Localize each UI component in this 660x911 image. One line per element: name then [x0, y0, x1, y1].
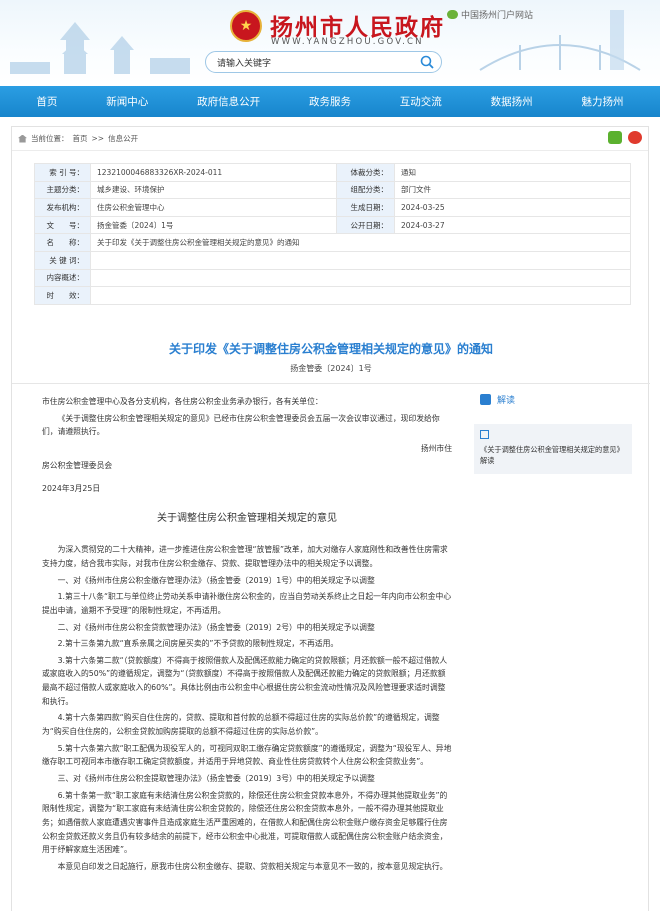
file-icon	[480, 430, 489, 439]
body-paragraph: 本意见自印发之日起施行，原我市住房公积金缴存、提取、贷款相关规定与本意见不一致的…	[57, 861, 448, 871]
metadata-table: 索 引 号： 1232100046883326XR-2024-011 体裁分类：…	[34, 163, 631, 305]
document-number: 扬金管委〔2024〕1号	[290, 364, 372, 373]
topic-value: 城乡建设、环境保护	[90, 180, 337, 200]
issuer-value: 住房公积金管理中心	[90, 198, 337, 217]
nav-home[interactable]: 首页	[36, 94, 57, 109]
opinion-subtitle: 关于调整住房公积金管理相关规定的意见	[157, 512, 337, 524]
body-paragraph: 二、对《扬州市住房公积金贷款管理办法》（扬金管委〔2019〕2号）中的相关规定予…	[57, 622, 375, 632]
body-paragraph: 3.第十六条第二款“（贷款额度）不得高于按照借款人及配偶还款能力确定的贷款限额；…	[42, 655, 448, 706]
table-row: 主题分类： 城乡建设、环境保护 组配分类： 部门文件	[34, 180, 631, 200]
wechat-icon	[447, 10, 458, 19]
created-label: 生成日期：	[336, 198, 395, 217]
intro-paragraph: 《关于调整住房公积金管理相关规定的意见》已经市住房公积金管理委员会五届一次会议审…	[42, 413, 440, 437]
created-value: 2024-03-25	[394, 198, 631, 217]
name-value: 关于印发《关于调整住房公积金管理相关规定的意见》的通知	[90, 233, 631, 252]
body-paragraph: 一、对《扬州市住房公积金缴存管理办法》（扬金管委〔2019〕1号）中的相关规定予…	[57, 575, 375, 585]
document-date: 2024年3月25日	[42, 484, 101, 494]
search-icon	[420, 55, 434, 69]
share-buttons	[608, 131, 642, 144]
signature-line-2: 房公积金管理委员会	[42, 460, 113, 470]
body-paragraph: 6.第十条第一款“职工家庭有未结清住房公积金贷款的，除偿还住房公积金贷款本息外，…	[42, 790, 448, 855]
interpretation-header: 解读	[474, 389, 632, 410]
body-paragraph: 为深入贯彻党的二十大精神，进一步推进住房公积金管理“放管服”改革，加大对缴存人家…	[42, 545, 448, 568]
table-row: 索 引 号： 1232100046883326XR-2024-011 体裁分类：…	[34, 163, 631, 182]
genre-value: 通知	[394, 163, 631, 182]
name-label: 名 称：	[34, 233, 91, 252]
interpretation-item[interactable]: 《关于调整住房公积金管理相关规定的意见》解读	[474, 424, 632, 475]
search-button[interactable]	[413, 52, 441, 72]
portal-label: 中国扬州门户网站	[461, 11, 534, 21]
breadcrumb-separator: >>	[91, 134, 105, 143]
breadcrumb: 当前位置： 首页 >> 信息公开	[12, 127, 648, 151]
document-title: 关于印发《关于调整住房公积金管理相关规定的意见》的通知	[168, 342, 493, 356]
nav-charm[interactable]: 魅力扬州	[581, 94, 623, 109]
interpretation-link[interactable]: 《关于调整住房公积金管理相关规定的意见》解读	[480, 445, 624, 465]
search-input[interactable]: 请输入关键字	[206, 56, 413, 69]
org-type-label: 组配分类：	[336, 180, 395, 200]
body-paragraph: 5.第十六条第六款“职工配偶为现役军人的，可视同双职工缴存确定贷款额度”的遵循规…	[42, 743, 452, 767]
site-url: WWW.YANGZHOU.GOV.CN	[271, 37, 424, 47]
search-box[interactable]: 请输入关键字	[205, 51, 442, 73]
skyline-illustration	[10, 22, 190, 74]
home-icon	[18, 134, 27, 143]
index-label: 索 引 号：	[34, 163, 91, 182]
body-paragraph: 1.第三十八条“职工与单位终止劳动关系申请补缴住房公积金的，应当自劳动关系终止之…	[42, 592, 452, 615]
body-paragraph: 4.第十六条第四款“购买自住住房的，贷款、提取和首付款的总额不得超过住房的实际总…	[42, 713, 440, 737]
site-header: ★ 扬州市人民政府 WWW.YANGZHOU.GOV.CN 中国扬州门户网站 请…	[0, 0, 660, 86]
effect-label: 时 效：	[34, 286, 91, 305]
wechat-share-icon[interactable]	[608, 131, 622, 144]
docno-value: 扬金管委〔2024〕1号	[90, 215, 337, 235]
divider	[12, 383, 650, 384]
summary-value	[90, 268, 631, 288]
interpretation-sidebar: 解读 《关于调整住房公积金管理相关规定的意见》解读	[474, 389, 632, 475]
breadcrumb-section[interactable]: 信息公开	[108, 133, 138, 144]
breadcrumb-label: 当前位置：	[31, 134, 69, 143]
weibo-share-icon[interactable]	[628, 131, 642, 144]
table-row: 内容概述：	[34, 268, 631, 288]
government-emblem-icon[interactable]: ★	[230, 10, 262, 42]
document-icon	[480, 394, 491, 405]
nav-info-disclosure[interactable]: 政府信息公开	[197, 94, 260, 109]
index-value: 1232100046883326XR-2024-011	[90, 163, 337, 182]
genre-label: 体裁分类：	[336, 163, 395, 182]
table-row: 时 效：	[34, 286, 631, 305]
body-paragraph: 三、对《扬州市住房公积金提取管理办法》（扬金管委〔2019〕3号）中的相关规定予…	[57, 773, 375, 783]
table-row: 文 号： 扬金管委〔2024〕1号 公开日期： 2024-03-27	[34, 215, 631, 235]
table-row: 名 称： 关于印发《关于调整住房公积金管理相关规定的意见》的通知	[34, 233, 631, 252]
portal-link[interactable]: 中国扬州门户网站	[447, 8, 533, 21]
addressee: 市住房公积金管理中心及各分支机构，各住房公积金业务承办银行，各有关单位：	[42, 397, 323, 406]
nav-data[interactable]: 数据扬州	[491, 94, 533, 109]
nav-interaction[interactable]: 互动交流	[400, 94, 442, 109]
nav-services[interactable]: 政务服务	[309, 94, 351, 109]
table-row: 关 键 词：	[34, 250, 631, 270]
keywords-label: 关 键 词：	[34, 250, 91, 270]
keywords-value	[90, 250, 631, 270]
signature-line-1: 扬州市住	[420, 443, 452, 453]
issuer-label: 发布机构：	[34, 198, 91, 217]
docno-label: 文 号：	[34, 215, 91, 235]
nav-news[interactable]: 新闻中心	[106, 94, 148, 109]
interpretation-title: 解读	[497, 396, 516, 406]
summary-label: 内容概述：	[34, 268, 91, 288]
document-body: 市住房公积金管理中心及各分支机构，各住房公积金业务承办银行，各有关单位： 《关于…	[42, 395, 452, 876]
body-paragraph: 2.第十三条第九款“直系亲属之间房屋买卖的”不予贷款的限制性规定，不再适用。	[57, 639, 339, 649]
topic-label: 主题分类：	[34, 180, 91, 200]
breadcrumb-home[interactable]: 首页	[73, 133, 88, 144]
effect-value	[90, 286, 631, 305]
org-type-value: 部门文件	[394, 180, 631, 200]
public-label: 公开日期：	[336, 215, 395, 235]
public-value: 2024-03-27	[394, 215, 631, 235]
main-nav: 首页 新闻中心 政府信息公开 政务服务 互动交流 数据扬州 魅力扬州	[0, 86, 660, 117]
content-panel: 当前位置： 首页 >> 信息公开 索 引 号： 1232100046883326…	[11, 126, 650, 911]
table-row: 发布机构： 住房公积金管理中心 生成日期： 2024-03-25	[34, 198, 631, 217]
